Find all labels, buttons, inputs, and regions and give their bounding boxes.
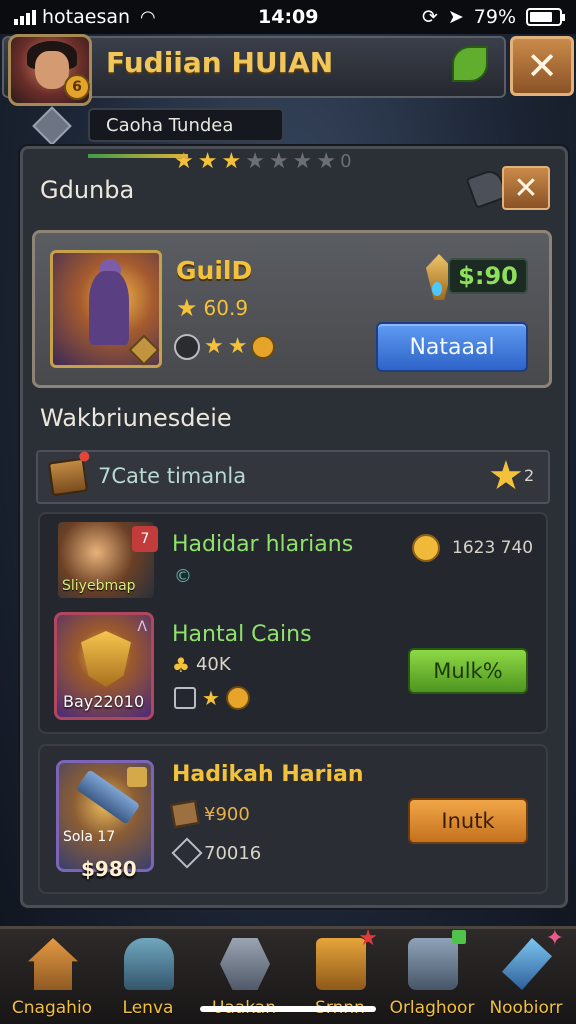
star-empty-icon: ★ xyxy=(245,149,265,174)
hexagon-icon xyxy=(220,938,270,990)
portrait-badge-icon xyxy=(128,334,160,366)
battery-percent: 79% xyxy=(473,6,516,28)
star-icon: ★ xyxy=(202,686,220,710)
coin-icon xyxy=(412,534,440,562)
filter-text: 7Cate timanla xyxy=(98,464,247,488)
nav-label: Cnagahio xyxy=(11,998,93,1018)
item-code: 70016 xyxy=(204,842,262,864)
portrait-figure xyxy=(89,271,129,345)
nav-item-treasure[interactable]: Orlaghoor xyxy=(384,930,480,1024)
guild-price: $:90 xyxy=(448,258,528,294)
wifi-icon: ◠ xyxy=(140,6,156,28)
rank-icon: Λ xyxy=(137,619,147,635)
header-close-button[interactable]: ✕ xyxy=(510,36,574,96)
buy-button-green[interactable]: Mulk% xyxy=(408,648,528,694)
item-sub: © xyxy=(174,566,192,587)
crystal-icon xyxy=(502,938,552,990)
treasure-box-icon xyxy=(408,938,458,990)
nav-item-crystal[interactable]: ✦ Noobiorr xyxy=(478,926,574,1024)
star-empty-icon: ★ xyxy=(316,149,337,174)
droplet-icon xyxy=(432,282,442,296)
item-card[interactable]: Λ Bay22010 xyxy=(54,612,154,720)
star-empty-icon: ★ xyxy=(292,149,313,174)
status-bar: hotaesan ◠ 14:09 ⟳ ➤ 79% xyxy=(0,0,576,34)
star-filled-icon: ★ xyxy=(197,149,218,174)
hero-thumbnail[interactable]: 7 Sliyebmap xyxy=(58,522,158,598)
star-icon: ★ xyxy=(204,334,224,359)
guild-action-button[interactable]: Nataaal xyxy=(376,322,528,372)
signal-icon xyxy=(14,9,36,25)
coin-icon-wrap xyxy=(412,534,440,562)
nav-label: Lenva xyxy=(122,998,174,1018)
star-icon: ★ xyxy=(488,453,524,499)
diamond-icon xyxy=(32,106,72,146)
shield-icon xyxy=(81,631,131,687)
star-icon: ★ xyxy=(176,294,198,322)
paw-icon: ♣ xyxy=(172,652,190,677)
guild-rating: ★ 60.9 xyxy=(176,296,248,320)
rank-stars: ★ ★ ★ ★ ★ ★ ★ 0 xyxy=(88,150,388,174)
avatar-level-badge: 6 xyxy=(64,74,90,100)
sub-tab[interactable]: Caoha Tundea xyxy=(88,108,284,142)
lock-rotation-icon: ⟳ xyxy=(421,6,438,28)
star-filled-icon: ★ xyxy=(221,149,242,174)
item-title: Hantal Cains xyxy=(172,622,312,647)
star-empty-icon: ★ xyxy=(268,149,289,174)
nav-label: Orlaghoor xyxy=(389,998,475,1018)
item-title: Hadidar hlarians xyxy=(172,532,354,557)
item-card-price: $980 xyxy=(81,857,137,881)
carrier-name: hotaesan xyxy=(42,6,131,28)
item-amount: 40K xyxy=(195,654,231,675)
filter-count: 2 xyxy=(524,466,535,485)
panel-title: Gdunba xyxy=(40,176,135,204)
guild-portrait xyxy=(50,250,162,368)
moon-icon xyxy=(251,335,276,359)
star-icon: ★ xyxy=(227,334,248,359)
rank-icon xyxy=(127,767,147,787)
nav-item-tower[interactable]: Lenva xyxy=(100,930,196,1024)
home-indicator[interactable] xyxy=(200,1006,376,1012)
nav-item-home[interactable]: Cnagahio xyxy=(4,930,100,1024)
buy-button-orange[interactable]: Inutk xyxy=(408,798,528,844)
hero-thumb-label: Sliyebmap xyxy=(62,578,136,594)
battery-icon xyxy=(526,8,565,26)
home-icon xyxy=(28,938,78,990)
strip-number: 0 xyxy=(340,151,352,172)
item-icons-row: ★ xyxy=(174,686,250,710)
guild-icons: ★ ★ xyxy=(174,334,276,360)
item-price: ¥900 xyxy=(204,803,250,825)
chest-icon xyxy=(47,457,89,497)
box-icon xyxy=(170,799,200,829)
clock-icon xyxy=(174,334,200,360)
cube-icon xyxy=(171,837,203,869)
notification-star-icon: ✦ xyxy=(545,926,564,951)
item-card[interactable]: Sola 17 $980 xyxy=(56,760,154,881)
player-name: Fudiian HUIAN xyxy=(106,46,334,79)
rank-progress-bar xyxy=(88,154,188,158)
coin-icon xyxy=(225,686,250,710)
building-icon xyxy=(174,687,196,709)
nav-label: Noobiorr xyxy=(489,998,563,1018)
panel-close-button[interactable]: ✕ xyxy=(502,166,550,210)
item-code-row: 70016 xyxy=(171,837,262,869)
item-card-label: Sola 17 xyxy=(63,829,116,845)
item-amount-row: ♣ 40K xyxy=(172,654,231,675)
guild-rating-value: 60.9 xyxy=(203,296,249,320)
item-title: Hadikah Harian xyxy=(172,762,364,787)
status-time: 14:09 xyxy=(258,6,319,28)
section-title: Wakbriunesdeie xyxy=(40,404,232,432)
tower-icon xyxy=(124,938,174,990)
location-icon: ➤ xyxy=(447,6,464,28)
notification-mark-icon xyxy=(452,930,466,944)
notification-star-icon: ★ xyxy=(358,926,378,951)
leaf-icon[interactable] xyxy=(452,46,488,82)
guild-name: GuilD xyxy=(176,256,253,285)
item-count: 1623 740 xyxy=(452,538,534,558)
hero-badge: 7 xyxy=(132,526,158,552)
item-card-label: Bay22010 xyxy=(63,692,145,711)
item-price-row: ¥900 xyxy=(170,799,250,829)
